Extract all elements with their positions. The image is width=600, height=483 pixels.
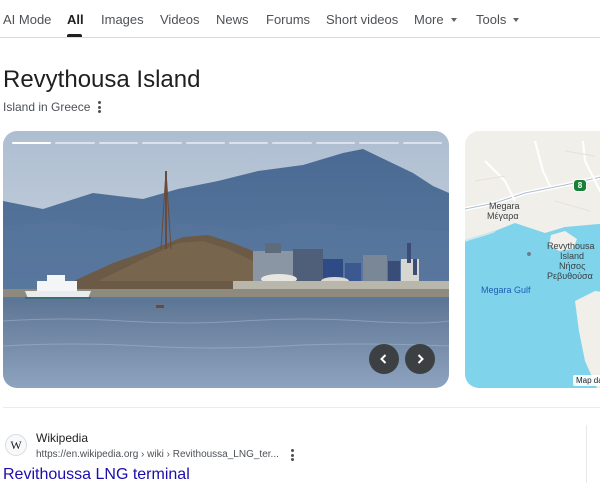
tab-videos[interactable]: Videos <box>160 12 200 27</box>
vertical-dots-icon[interactable] <box>98 101 102 113</box>
chevron-left-icon <box>380 354 387 364</box>
caret-down-icon <box>513 18 520 22</box>
favicon-letter: W <box>10 437 22 452</box>
chevron-right-icon <box>417 354 424 364</box>
vertical-dots-icon[interactable] <box>291 449 295 461</box>
result-url[interactable]: https://en.wikipedia.org › wiki › Revith… <box>36 449 279 460</box>
map-label-megara-greek: Μέγαρα <box>487 211 519 221</box>
column-divider <box>586 425 587 483</box>
entity-title: Revythousa Island <box>3 66 201 93</box>
section-divider <box>3 407 600 408</box>
search-tabs-bar: AI Mode All Images Videos News Forums Sh… <box>0 0 600 38</box>
result-title-link[interactable]: Revithoussa LNG terminal <box>3 466 190 483</box>
route-marker: 8 <box>573 179 587 192</box>
tab-label: Short videos <box>326 12 399 27</box>
location-map[interactable]: 8 Megara Μέγαρα Revythousa Island Νήσος … <box>465 131 600 388</box>
map-label-island-line2: Island <box>560 251 585 261</box>
wikipedia-favicon-icon[interactable]: W <box>5 434 27 456</box>
tools-button[interactable]: Tools <box>476 12 520 27</box>
tab-label: Videos <box>160 12 200 27</box>
tab-news[interactable]: News <box>216 12 249 27</box>
tab-label: Tools <box>476 12 507 27</box>
tab-label: AI Mode <box>3 12 52 27</box>
tab-more[interactable]: More <box>414 12 457 27</box>
map-label-island-greek-line2: Ρεβυθούσα <box>547 271 593 281</box>
tab-label: Forums <box>266 12 311 27</box>
tab-short-videos[interactable]: Short videos <box>326 12 398 27</box>
slide-progress-indicator <box>12 142 443 145</box>
entity-subtitle: Island in Greece <box>3 100 91 114</box>
tab-label: More <box>414 12 444 27</box>
result-site-name[interactable]: Wikipedia <box>36 431 88 445</box>
map-label-island: Revythousa <box>547 241 595 251</box>
next-photo-button[interactable] <box>405 344 435 374</box>
previous-photo-button[interactable] <box>369 344 399 374</box>
tab-images[interactable]: Images <box>101 12 144 27</box>
tab-label: Images <box>101 12 144 27</box>
tab-label: All <box>67 12 84 27</box>
tab-forums[interactable]: Forums <box>266 12 310 27</box>
tab-all[interactable]: All <box>67 12 84 27</box>
tab-ai-mode[interactable]: AI Mode <box>3 12 51 27</box>
map-label-gulf: Megara Gulf <box>481 285 531 295</box>
caret-down-icon <box>450 18 457 22</box>
tab-label: News <box>216 12 249 27</box>
active-tab-indicator <box>67 34 82 37</box>
map-label-island-greek: Νήσος <box>559 261 586 271</box>
photo-carousel[interactable] <box>3 131 449 388</box>
map-label-megara: Megara <box>489 201 520 211</box>
map-credit[interactable]: Map data <box>573 375 600 386</box>
